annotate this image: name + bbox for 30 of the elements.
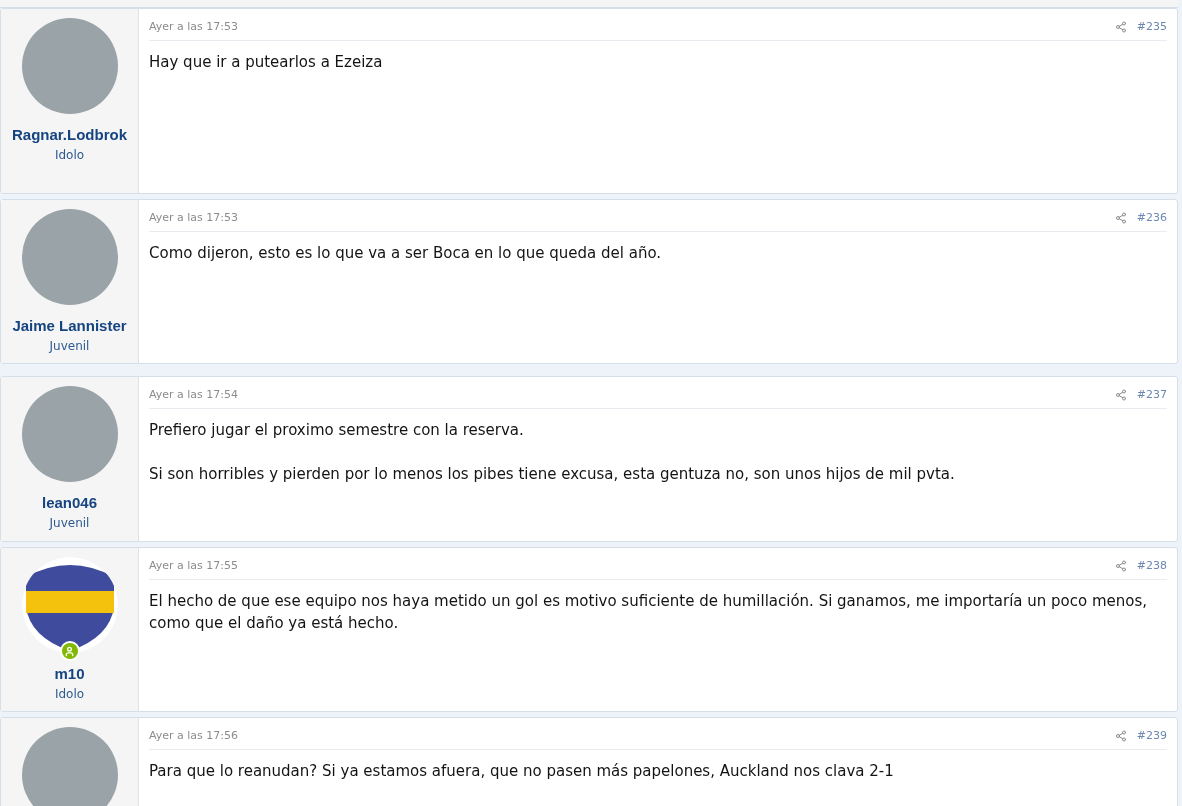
post-message: El hecho de que ese equipo nos haya metido un gol es motivo suficiente de humillación. Si ganamos, me importaría un poco menos, como que el daño ya está hecho. bbox=[149, 590, 1149, 634]
username-link[interactable]: m10 bbox=[54, 663, 85, 684]
share-icon[interactable] bbox=[1114, 560, 1127, 573]
post-message: Prefiero jugar el proximo semestre con la reserva. bbox=[149, 419, 525, 441]
share-icon[interactable] bbox=[1114, 212, 1127, 225]
post-message: Como dijeron, esto es lo que va a ser Boca en lo que queda del año. bbox=[149, 242, 663, 264]
post-time[interactable]: Ayer a las 17:54 bbox=[149, 387, 239, 404]
post-number-link[interactable]: #235 bbox=[1136, 19, 1167, 36]
user-role: Idolo bbox=[54, 686, 85, 703]
post-number-link[interactable]: #236 bbox=[1136, 210, 1167, 227]
share-icon[interactable] bbox=[1114, 21, 1127, 34]
username-link[interactable]: Jaime Lannister bbox=[12, 315, 127, 336]
username-link[interactable]: lean046 bbox=[41, 492, 97, 513]
post-number-link[interactable]: #237 bbox=[1136, 387, 1167, 404]
share-icon[interactable] bbox=[1114, 730, 1127, 743]
post-message: Para que lo reanudan? Si ya estamos afuera, que no pasen más papelones, Auckland nos clava 2-1 bbox=[149, 760, 895, 782]
post-message: Hay que ir a putearlos a Ezeiza bbox=[149, 51, 384, 73]
post-time[interactable]: Ayer a las 17:53 bbox=[149, 19, 239, 36]
post-message: Si son horribles y pierden por lo menos los pibes tiene excusa, esta gentuza no, son unos hijos de mil pvta. bbox=[149, 463, 956, 485]
share-icon[interactable] bbox=[1114, 389, 1127, 402]
post-time[interactable]: Ayer a las 17:53 bbox=[149, 210, 239, 227]
crest-avatar[interactable] bbox=[21, 557, 118, 653]
user-role: Juvenil bbox=[49, 515, 90, 532]
post-number-link[interactable]: #239 bbox=[1136, 728, 1167, 745]
user-role: Juvenil bbox=[49, 338, 90, 355]
user-role: Idolo bbox=[54, 147, 85, 164]
username-link[interactable]: Ragnar.Lodbrok bbox=[12, 124, 127, 145]
post-number-link[interactable]: #238 bbox=[1136, 558, 1167, 575]
post-time[interactable]: Ayer a las 17:56 bbox=[149, 728, 239, 745]
post-time[interactable]: Ayer a las 17:55 bbox=[149, 558, 239, 575]
